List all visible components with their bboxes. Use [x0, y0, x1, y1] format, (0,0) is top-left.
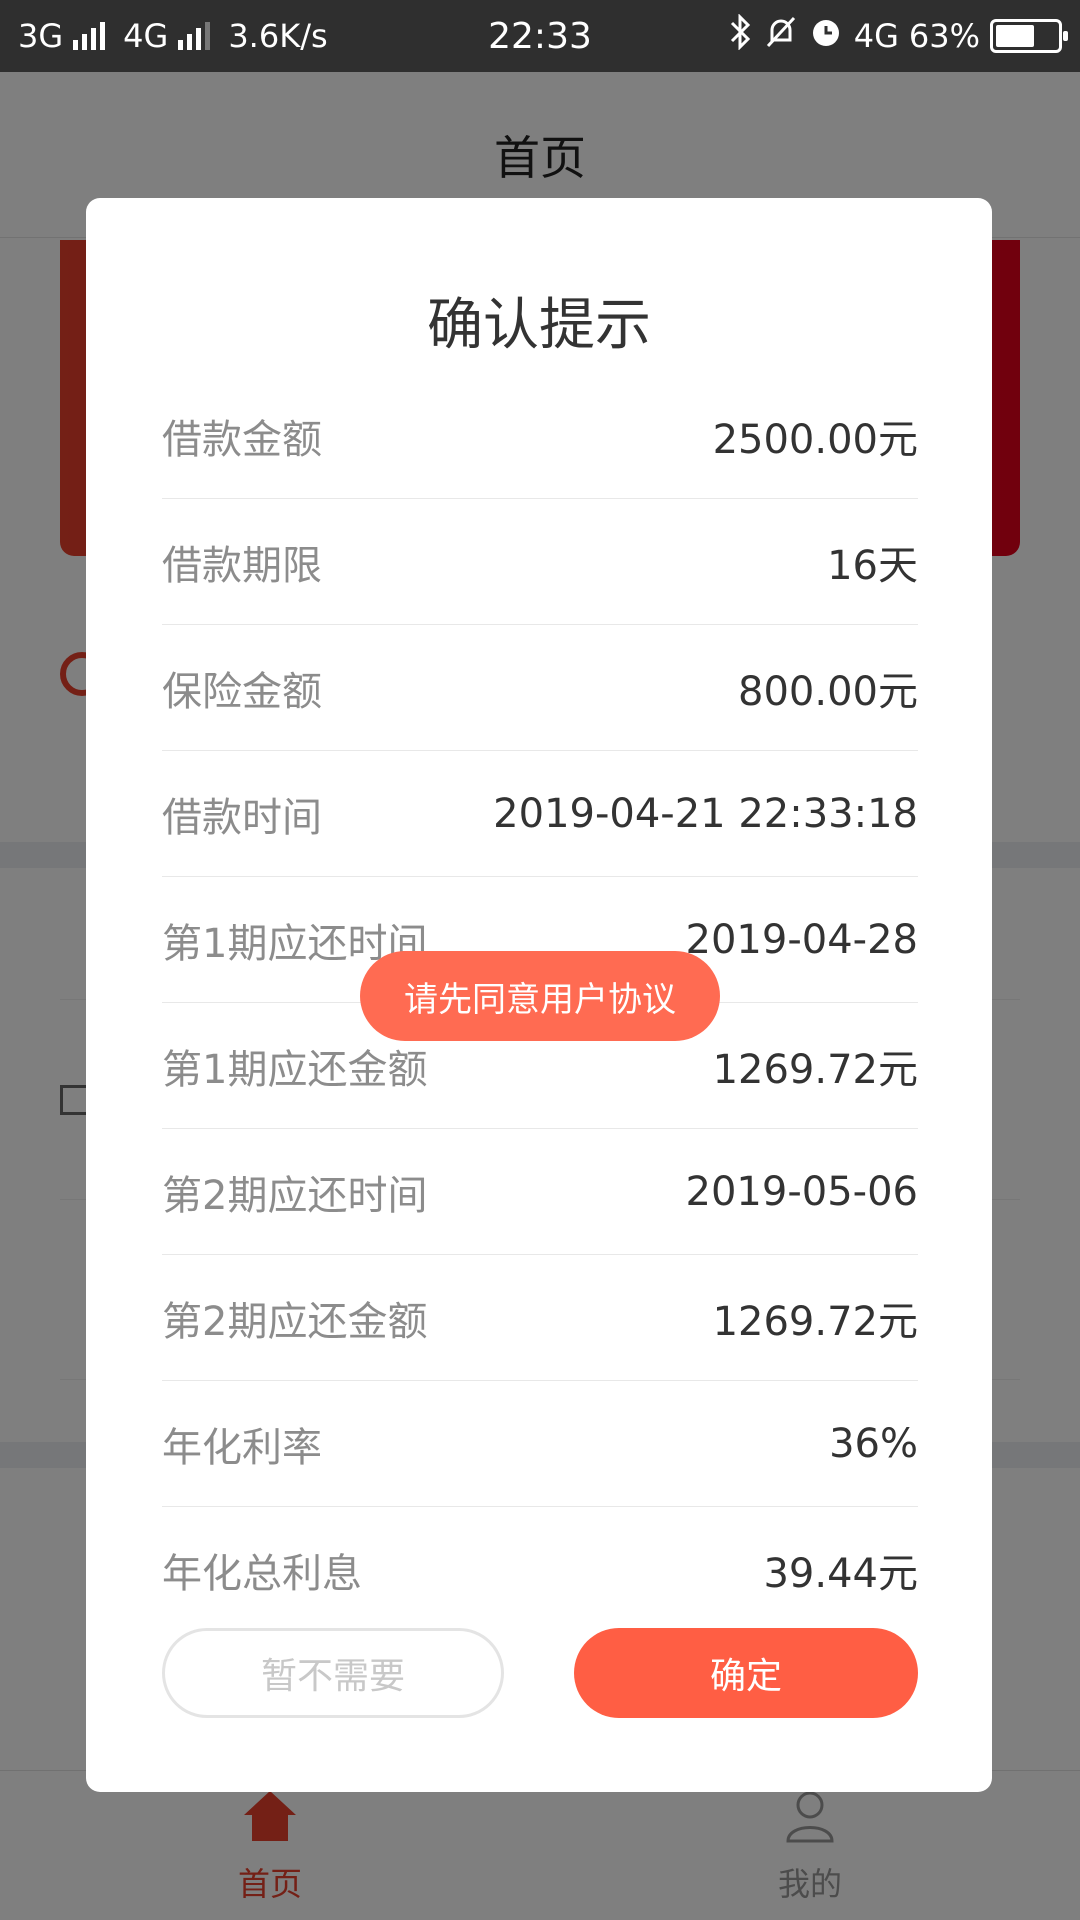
toast-message: 请先同意用户协议 [360, 951, 720, 1041]
detail-row-loan-time: 借款时间 2019-04-21 22:33:18 [162, 751, 918, 877]
detail-label: 年化总利息 [162, 1551, 362, 1597]
battery-icon [990, 19, 1068, 53]
detail-row-loan-term: 借款期限 16天 [162, 499, 918, 625]
detail-label: 第2期应还时间 [162, 1172, 428, 1219]
detail-label: 保险金额 [162, 668, 322, 715]
signal-icon-2 [178, 22, 211, 50]
detail-label: 第1期应还金额 [162, 1046, 428, 1093]
detail-value: 39.44元 [763, 1551, 918, 1597]
detail-value: 800.00元 [738, 668, 918, 715]
dialog-title: 确认提示 [427, 293, 651, 358]
detail-label: 借款时间 [162, 794, 322, 841]
detail-value: 1269.72元 [712, 1298, 918, 1345]
detail-value: 16天 [827, 542, 918, 589]
battery-percent: 63% [908, 17, 980, 55]
detail-row-loan-amount: 借款金额 2500.00元 [162, 373, 918, 499]
detail-row-annual-rate: 年化利率 36% [162, 1381, 918, 1507]
detail-row-period2-date: 第2期应还时间 2019-05-06 [162, 1129, 918, 1255]
detail-label: 借款期限 [162, 542, 322, 589]
detail-row-insurance: 保险金额 800.00元 [162, 625, 918, 751]
detail-value: 36% [829, 1420, 918, 1467]
confirm-button[interactable]: 确定 [574, 1628, 918, 1718]
network-type-2: 4G [123, 17, 169, 55]
detail-label: 第2期应还金额 [162, 1298, 428, 1345]
status-right: 4G 63% [728, 13, 1068, 58]
mute-icon [764, 14, 798, 58]
detail-label: 年化利率 [162, 1424, 322, 1471]
detail-value: 2019-04-28 [685, 916, 918, 963]
network-type-1: 3G [18, 17, 64, 55]
network-speed: 3.6K/s [228, 17, 328, 55]
status-left: 3G 4G 3.6K/s [18, 17, 328, 55]
detail-value: 2019-04-21 22:33:18 [493, 790, 918, 837]
status-bar: 3G 4G 3.6K/s 22:33 4G 63% [0, 0, 1080, 72]
detail-value: 1269.72元 [712, 1046, 918, 1093]
network-type-3: 4G [853, 17, 899, 55]
detail-value: 2500.00元 [712, 416, 918, 463]
alarm-icon [808, 14, 844, 58]
detail-row-total-interest: 年化总利息 39.44元 [162, 1507, 918, 1633]
signal-icon [73, 22, 106, 50]
bluetooth-icon [728, 13, 754, 58]
detail-label: 借款金额 [162, 416, 322, 463]
cancel-button[interactable]: 暂不需要 [162, 1628, 504, 1718]
detail-row-period2-amount: 第2期应还金额 1269.72元 [162, 1255, 918, 1381]
detail-value: 2019-05-06 [685, 1168, 918, 1215]
